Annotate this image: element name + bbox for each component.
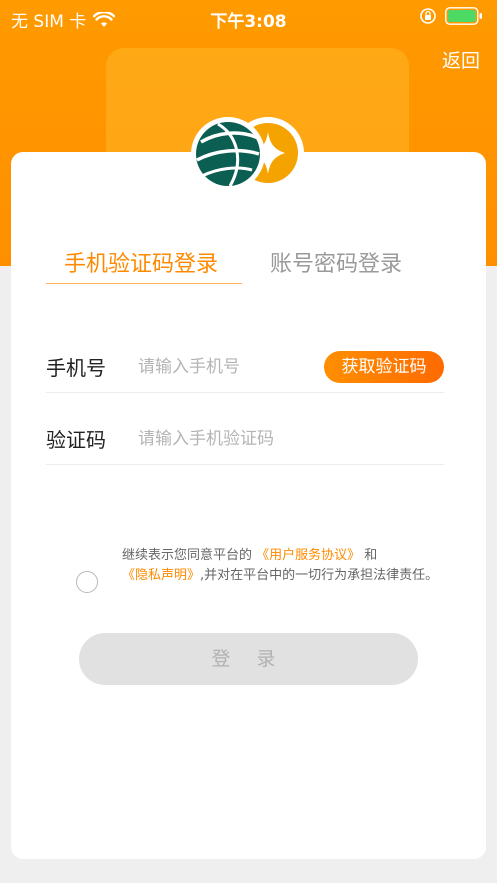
battery-icon bbox=[445, 7, 482, 25]
privacy-link[interactable]: 《隐私声明》 bbox=[122, 568, 200, 583]
agreement-suffix: ,并对在平台中的一切行为承担法律责任。 bbox=[200, 568, 439, 583]
get-code-button[interactable]: 获取验证码 bbox=[324, 351, 444, 383]
code-input[interactable] bbox=[138, 426, 398, 452]
agree-checkbox[interactable] bbox=[76, 571, 98, 593]
phone-label: 手机号 bbox=[46, 356, 106, 380]
rotation-lock-icon bbox=[420, 8, 436, 24]
status-bar: 无 SIM 卡 下午3:08 bbox=[0, 0, 497, 34]
phone-input[interactable] bbox=[138, 354, 318, 380]
app-logo bbox=[191, 117, 304, 191]
login-tabs: 手机验证码登录 账号密码登录 bbox=[11, 240, 486, 290]
agreement-text: 继续表示您同意平台的 《用户服务协议》 和《隐私声明》,并对在平台中的一切行为承… bbox=[122, 546, 452, 586]
phone-row: 手机号 获取验证码 bbox=[46, 340, 444, 393]
code-label: 验证码 bbox=[46, 428, 106, 452]
code-row: 验证码 bbox=[46, 412, 444, 465]
back-button[interactable]: 返回 bbox=[442, 46, 480, 73]
tab-sms-login[interactable]: 手机验证码登录 bbox=[64, 246, 218, 278]
login-button[interactable]: 登 录 bbox=[79, 633, 418, 685]
agreement-and: 和 bbox=[360, 548, 378, 563]
user-agreement-link[interactable]: 《用户服务协议》 bbox=[256, 548, 360, 563]
agreement-prefix: 继续表示您同意平台的 bbox=[122, 548, 257, 563]
tab-password-login[interactable]: 账号密码登录 bbox=[270, 246, 402, 278]
status-right bbox=[419, 7, 483, 25]
active-tab-indicator bbox=[46, 283, 242, 284]
